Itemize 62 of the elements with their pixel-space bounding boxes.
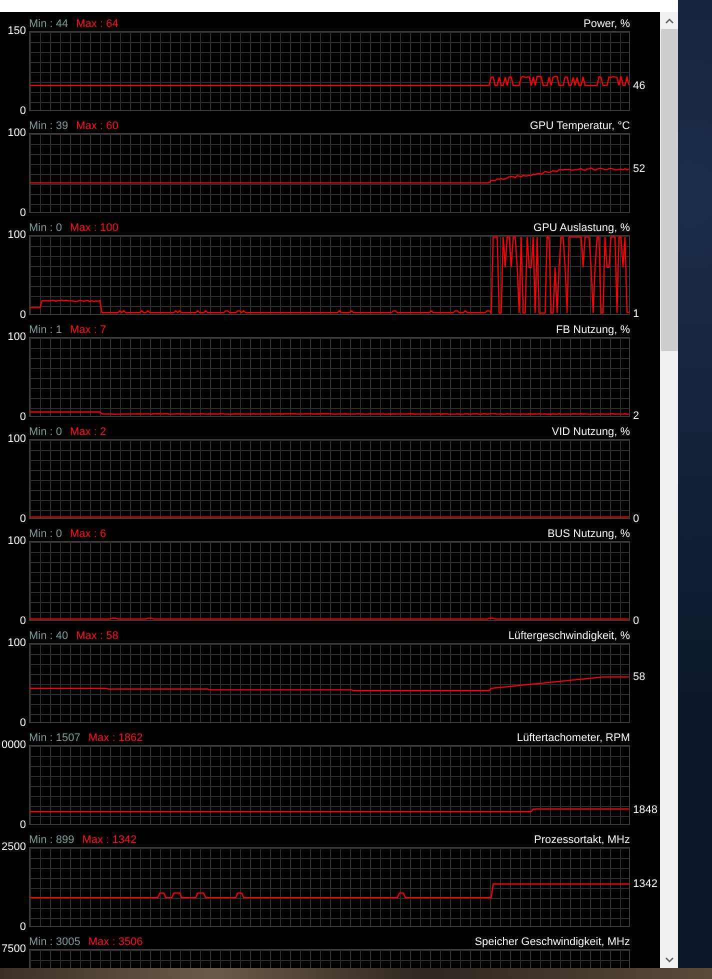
- axis-min-label: 0: [20, 105, 26, 117]
- chevron-up-icon: [664, 18, 674, 24]
- axis-max-label: 2500: [2, 841, 26, 853]
- current-value: 52: [633, 162, 646, 175]
- graph-title: Lüftertachometer, RPM: [516, 732, 630, 744]
- current-value: 0: [633, 615, 640, 627]
- axis-min-label: 0: [20, 207, 26, 219]
- axis-max-label: 150: [8, 25, 26, 37]
- scrollbar-thumb[interactable]: [660, 29, 678, 351]
- min-label: Min : 3005: [29, 936, 80, 948]
- axis-max-label: 7500: [2, 943, 26, 955]
- axis-min-label: 0: [20, 615, 26, 627]
- axis-max-label: 100: [8, 637, 26, 649]
- max-label: Max : 1342: [82, 834, 137, 846]
- max-label: Max : 64: [76, 18, 118, 30]
- max-label: Max : 2: [70, 426, 106, 438]
- axis-min-label: 0: [20, 309, 26, 321]
- graph-title: GPU Auslastung, %: [533, 222, 630, 234]
- current-value: 58: [633, 670, 646, 683]
- axis-max-label: 100: [8, 127, 26, 139]
- axis-max-label: 100: [8, 229, 26, 241]
- graph-title: GPU Temperatur, °C: [530, 120, 630, 132]
- current-value: 2: [633, 410, 640, 422]
- min-label: Min : 40: [29, 630, 68, 642]
- chevron-down-icon: [664, 956, 674, 962]
- max-label: Max : 6: [70, 528, 106, 540]
- axis-min-label: 0: [20, 921, 26, 933]
- axis-min-label: 0: [20, 513, 26, 525]
- graph-title: BUS Nutzung, %: [547, 528, 630, 540]
- scrollbar[interactable]: [660, 12, 678, 968]
- max-label: Max : 1862: [88, 732, 143, 744]
- graph-title: Speicher Geschwindigkeit, MHz: [474, 936, 630, 948]
- min-label: Min : 0: [29, 528, 62, 540]
- graph-title: FB Nutzung, %: [556, 324, 630, 336]
- graph-title: Power, %: [584, 18, 630, 30]
- max-label: Max : 7: [70, 324, 106, 336]
- graph-title: Prozessortakt, MHz: [534, 834, 630, 846]
- axis-max-label: 0000: [2, 739, 26, 751]
- max-label: Max : 3506: [88, 936, 143, 948]
- axis-max-label: 100: [8, 331, 26, 343]
- current-value: 1: [633, 308, 640, 320]
- axis-min-label: 0: [20, 819, 26, 831]
- min-label: Min : 39: [29, 120, 68, 132]
- current-value: 1342: [633, 878, 658, 890]
- axis-max-label: 100: [8, 535, 26, 547]
- axis-max-label: 100: [8, 433, 26, 445]
- max-label: Max : 58: [76, 630, 118, 642]
- min-label: Min : 0: [29, 426, 62, 438]
- max-label: Max : 60: [76, 120, 118, 132]
- current-value: 46: [633, 80, 646, 92]
- graph-title: VID Nutzung, %: [552, 426, 630, 438]
- min-label: Min : 0: [29, 222, 62, 234]
- axis-min-label: 0: [20, 411, 26, 423]
- min-label: Min : 1: [29, 324, 62, 336]
- max-label: Max : 100: [70, 222, 118, 234]
- axis-min-label: 0: [20, 717, 26, 729]
- current-value: 1848: [633, 804, 658, 816]
- min-label: Min : 44: [29, 18, 68, 30]
- current-value: 0: [633, 513, 640, 525]
- graph-title: Lüftergeschwindigkeit, %: [508, 630, 630, 642]
- min-label: Min : 1507: [29, 732, 80, 744]
- min-label: Min : 899: [29, 834, 74, 846]
